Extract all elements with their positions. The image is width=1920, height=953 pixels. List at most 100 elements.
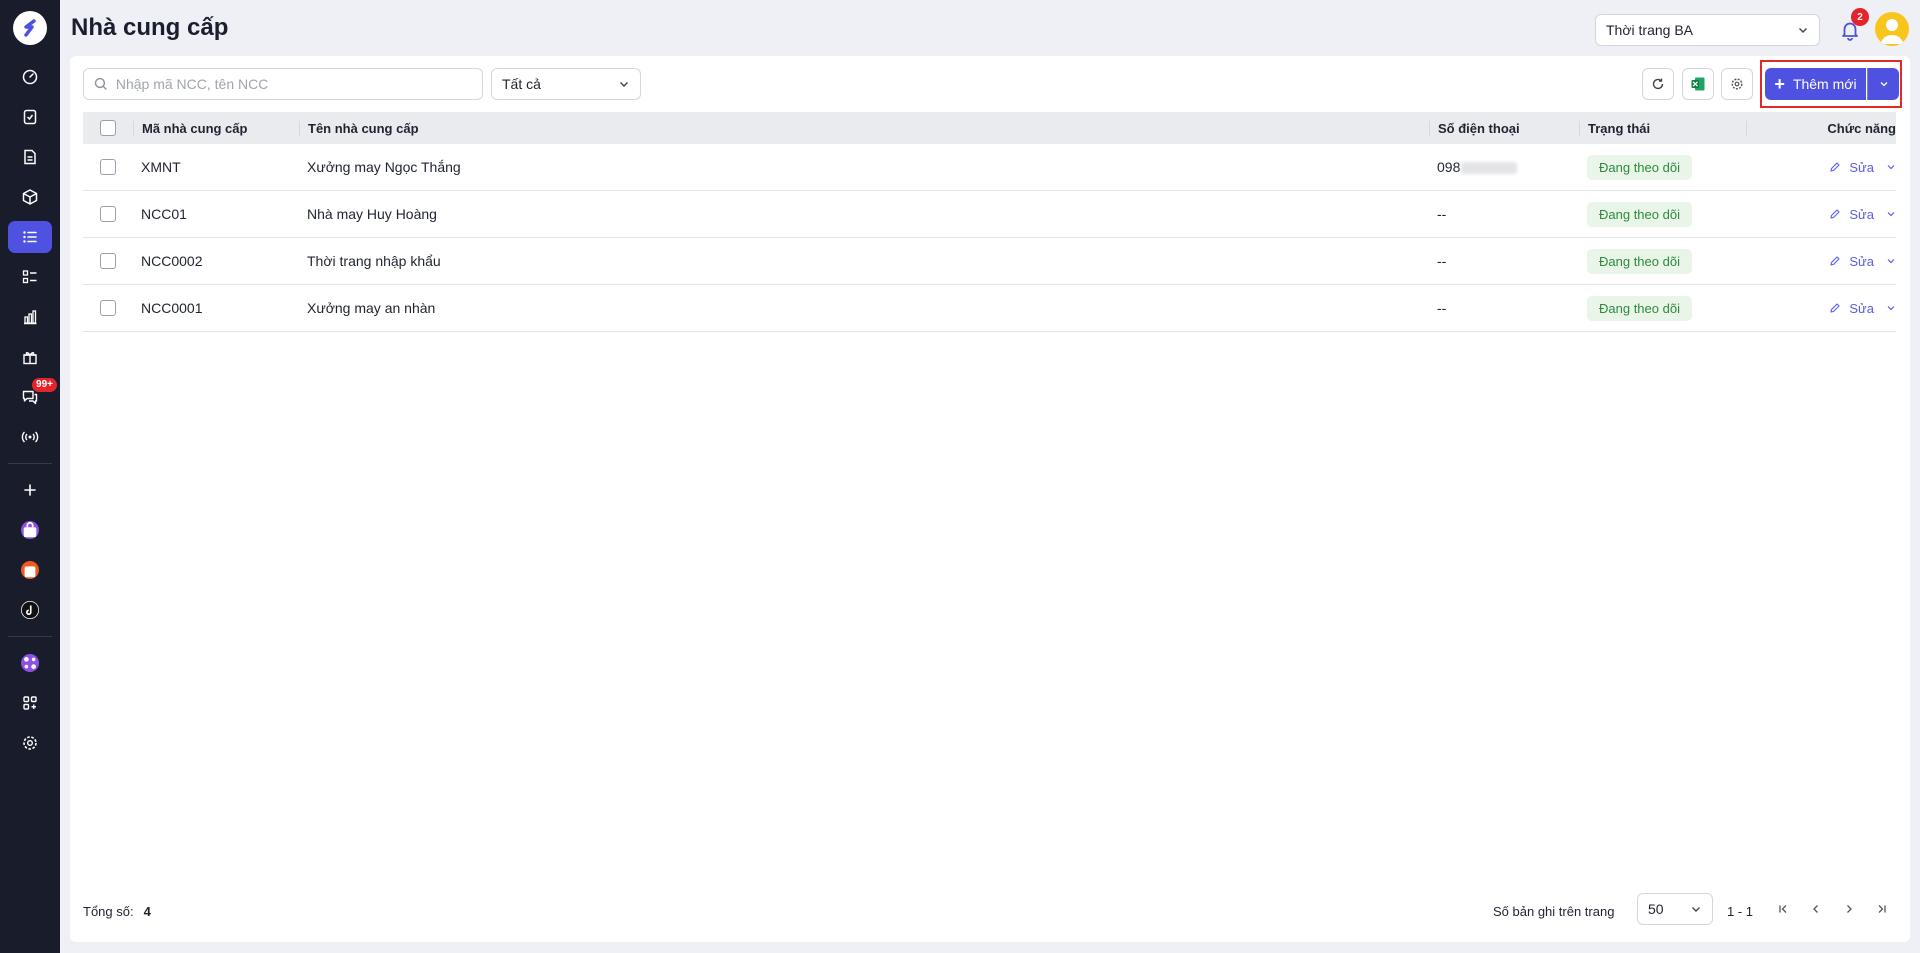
- sidebar-item-add[interactable]: [8, 474, 52, 506]
- next-page-button[interactable]: [1836, 896, 1862, 922]
- chevron-down-icon: [1692, 907, 1700, 912]
- sidebar-item-integrations[interactable]: [8, 647, 52, 679]
- sidebar-item-documents[interactable]: [8, 141, 52, 173]
- edit-button[interactable]: Sửa: [1829, 207, 1874, 222]
- sidebar-item-app-purple[interactable]: [8, 514, 52, 546]
- column-header-name[interactable]: Tên nhà cung cấp: [299, 120, 1429, 136]
- last-page-button[interactable]: [1869, 896, 1895, 922]
- page-size-select[interactable]: 50: [1637, 893, 1713, 925]
- edit-label: Sửa: [1849, 253, 1874, 269]
- search-input[interactable]: [115, 76, 472, 92]
- row-actions-dropdown[interactable]: [1886, 160, 1896, 175]
- supplier-phone: 098: [1429, 159, 1579, 175]
- sidebar-item-promotions[interactable]: [8, 341, 52, 373]
- table-header: Mã nhà cung cấp Tên nhà cung cấp Số điện…: [83, 112, 1896, 144]
- sidebar-item-dashboard[interactable]: [8, 61, 52, 93]
- first-page-button[interactable]: [1770, 896, 1796, 922]
- integration-icon: [21, 654, 39, 672]
- chevron-down-icon: [1887, 259, 1895, 264]
- sidebar-item-app-tiktok[interactable]: [8, 594, 52, 626]
- table-row[interactable]: XMNT Xưởng may Ngọc Thắng 098 Đang theo …: [83, 144, 1896, 191]
- row-actions-dropdown[interactable]: [1886, 301, 1896, 316]
- select-all-checkbox[interactable]: [100, 120, 116, 136]
- chevron-down-icon: [1887, 306, 1895, 311]
- sidebar-item-settings[interactable]: [8, 727, 52, 759]
- sidebar-item-catalog[interactable]: [8, 261, 52, 293]
- refresh-button[interactable]: [1642, 68, 1674, 100]
- checklist-icon: [22, 270, 37, 284]
- add-new-highlight: + Thêm mới: [1760, 60, 1902, 108]
- sidebar-item-orders[interactable]: [8, 101, 52, 133]
- status-filter-select[interactable]: Tất cả: [491, 68, 641, 100]
- gear-icon: [1731, 78, 1743, 90]
- supplier-phone: --: [1437, 253, 1447, 269]
- supplier-code: NCC0001: [141, 300, 203, 316]
- column-settings-button[interactable]: [1721, 68, 1753, 100]
- add-new-dropdown-button[interactable]: [1867, 68, 1899, 100]
- edit-button[interactable]: Sửa: [1829, 301, 1874, 316]
- app-logo[interactable]: [13, 11, 47, 45]
- first-page-icon: [1779, 905, 1787, 913]
- bar-chart-icon: [24, 310, 37, 325]
- plus-icon: +: [1774, 74, 1785, 94]
- row-checkbox[interactable]: [100, 206, 116, 222]
- status-filter-value: Tất cả: [502, 76, 541, 92]
- sidebar-item-app-orange[interactable]: [8, 554, 52, 586]
- supplier-name: Xưởng may Ngọc Thắng: [307, 159, 461, 175]
- add-new-button[interactable]: + Thêm mới: [1765, 68, 1866, 100]
- row-actions-dropdown[interactable]: [1886, 254, 1896, 269]
- sidebar-item-products[interactable]: [8, 181, 52, 213]
- speedometer-icon: [22, 69, 38, 85]
- status-badge: Đang theo dõi: [1587, 295, 1692, 321]
- column-header-status[interactable]: Trạng thái: [1579, 120, 1746, 136]
- box-icon: [22, 189, 38, 205]
- edit-button[interactable]: Sửa: [1829, 254, 1874, 269]
- chevron-down-icon: [1887, 165, 1895, 170]
- excel-icon: [1691, 77, 1705, 91]
- edit-button[interactable]: Sửa: [1829, 160, 1874, 175]
- row-checkbox[interactable]: [100, 159, 116, 175]
- supplier-name: Xưởng may an nhàn: [307, 300, 436, 316]
- sidebar-item-broadcast[interactable]: [8, 421, 52, 453]
- pencil-icon: [1830, 209, 1840, 219]
- edit-label: Sửa: [1849, 300, 1874, 316]
- chevron-down-icon: [1880, 82, 1887, 87]
- table-row[interactable]: NCC01 Nhà may Huy Hoàng -- Đang theo dõi…: [83, 191, 1896, 238]
- page-size-label: Số bản ghi trên trang: [1493, 904, 1615, 919]
- supplier-code: NCC0002: [141, 253, 203, 269]
- row-checkbox[interactable]: [100, 253, 116, 269]
- plus-icon: [24, 484, 36, 496]
- sidebar-divider: [8, 636, 52, 637]
- pencil-icon: [1830, 256, 1840, 266]
- sidebar-item-reports[interactable]: [8, 301, 52, 333]
- search-box: [83, 68, 483, 100]
- supplier-code: XMNT: [141, 159, 181, 175]
- notification-button[interactable]: 2: [1835, 8, 1869, 46]
- edit-label: Sửa: [1849, 206, 1874, 222]
- row-checkbox[interactable]: [100, 300, 116, 316]
- gift-icon: [23, 352, 37, 365]
- sidebar-item-chat[interactable]: 99+: [8, 378, 57, 413]
- sidebar-item-suppliers[interactable]: [8, 221, 52, 253]
- bag-app-icon: [21, 521, 39, 539]
- table-row[interactable]: NCC0001 Xưởng may an nhàn -- Đang theo d…: [83, 285, 1896, 332]
- sidebar-divider: [8, 463, 52, 464]
- status-badge: Đang theo dõi: [1587, 154, 1692, 180]
- status-badge: Đang theo dõi: [1587, 248, 1692, 274]
- table-row[interactable]: NCC0002 Thời trang nhập khẩu -- Đang the…: [83, 238, 1896, 285]
- store-select-value: Thời trang BA: [1606, 22, 1693, 38]
- masked-phone-digits: [1461, 162, 1518, 175]
- column-header-code[interactable]: Mã nhà cung cấp: [133, 120, 299, 136]
- list-icon: [23, 231, 37, 243]
- store-select[interactable]: Thời trang BA: [1595, 14, 1820, 46]
- row-actions-dropdown[interactable]: [1886, 207, 1896, 222]
- prev-page-button[interactable]: [1803, 896, 1829, 922]
- document-icon: [24, 149, 36, 165]
- apps-grid-icon: [23, 696, 37, 710]
- column-header-phone[interactable]: Số điện thoại: [1429, 120, 1579, 136]
- refresh-icon: [1652, 78, 1664, 90]
- export-excel-button[interactable]: [1682, 68, 1714, 100]
- avatar[interactable]: [1875, 12, 1909, 46]
- sidebar-item-apps[interactable]: [8, 687, 52, 719]
- logo-icon: [24, 19, 36, 37]
